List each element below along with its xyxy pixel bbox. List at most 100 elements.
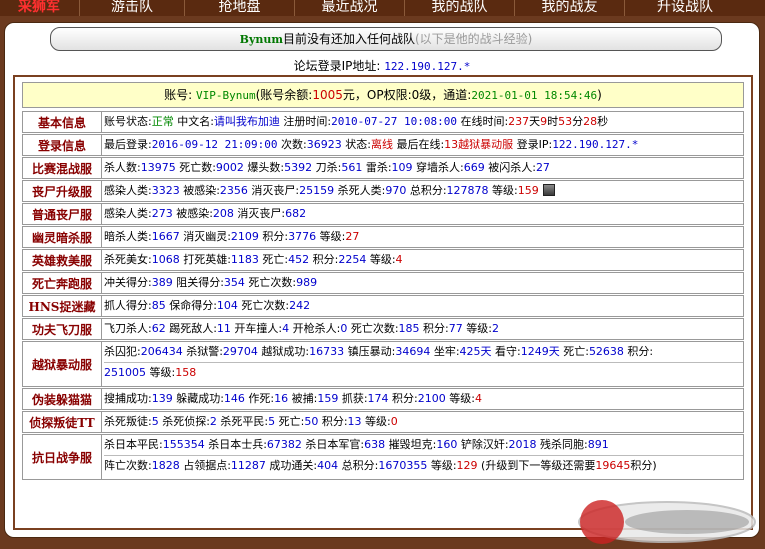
stat-value: 52638 <box>588 345 624 358</box>
stat-label: 等级: <box>316 230 346 243</box>
stat-value: 53 <box>558 115 573 128</box>
stat-label: 成功通关: <box>265 459 318 472</box>
stat-label: 死亡: <box>559 345 589 358</box>
stat-label: 消灭丧尸: <box>233 207 286 220</box>
stat-value: 669 <box>463 161 485 174</box>
nav-upgrade-team[interactable]: 升设战队 <box>625 0 745 16</box>
stats-panel: 账号: VIP-Bynum(账号余额:1005元，OP权限:0级，通道:2021… <box>13 75 753 530</box>
stat-value: 682 <box>285 207 307 220</box>
stats-line: 阵亡次数:1828 占领据点:11287 成功通关:404 总积分:167035… <box>104 455 743 476</box>
stat-value: 1667 <box>151 230 180 243</box>
server-label[interactable]: 抗日战争服 <box>23 435 102 479</box>
stat-value: 16733 <box>309 345 345 358</box>
close-paren: ) <box>597 88 602 102</box>
stat-value: 158 <box>175 366 197 379</box>
server-label[interactable]: 比赛混战服 <box>23 158 102 178</box>
stat-label: 冲关得分: <box>104 276 152 289</box>
stat-row-zombie-upgrade: 丧尸升级服 感染人类:3323 被感染:2356 消灭丧尸:25159 杀死人类:… <box>22 180 744 202</box>
nav-grab-territory[interactable]: 抢地盘 <box>185 0 295 16</box>
stat-label: 感染人类: <box>104 184 152 197</box>
stat-value: 4 <box>395 253 403 266</box>
stat-label: 开枪杀人: <box>289 322 341 335</box>
stat-label: 抓人得分: <box>104 299 152 312</box>
server-label[interactable]: 死亡奔跑服 <box>23 273 102 293</box>
stat-value: 3323 <box>151 184 180 197</box>
stat-row-detective-traitor: 侦探叛徒TT 杀死叛徒:5 杀死侦探:2 杀死平民:5 死亡:50 积分:13 等… <box>22 411 744 433</box>
stats-line: 杀死美女:1068 打死英雄:1183 死亡:452 积分:2254 等级:4 <box>104 250 743 270</box>
main-container: Bynum目前没有还加入任何战队(以下是他的战斗经验) 论坛登录IP地址: 12… <box>4 22 760 538</box>
top-nav: 采狮军 游击队 抢地盘 最近战况 我的战队 我的战友 升设战队 <box>0 0 765 16</box>
stat-value: 5 <box>151 415 159 428</box>
server-label[interactable]: 基本信息 <box>23 112 102 132</box>
stat-value: 139 <box>151 392 173 405</box>
stat-label: 积分: <box>388 392 418 405</box>
server-label[interactable]: 丧尸升级服 <box>23 181 102 201</box>
server-stats: 杀人数:13975 死亡数:9002 爆头数:5392 刀杀:561 雷杀:10… <box>102 158 743 178</box>
stat-label: 积分: <box>309 253 339 266</box>
server-stats: 抓人得分:85 保命得分:104 死亡次数:242 <box>102 296 743 316</box>
stats-line: 最后登录:2016-09-12 21:09:00 次数:36923 状态:离线 … <box>104 135 743 155</box>
stats-line: 冲关得分:389 阻关得分:354 死亡次数:989 <box>104 273 743 293</box>
stat-value: 1183 <box>230 253 259 266</box>
stat-row-login-info: 登录信息 最后登录:2016-09-12 21:09:00 次数:36923 状态… <box>22 134 744 156</box>
server-label[interactable]: 普通丧尸服 <box>23 204 102 224</box>
stat-value: 2018 <box>508 438 537 451</box>
server-label[interactable]: 登录信息 <box>23 135 102 155</box>
rank-badge-icon <box>542 184 555 196</box>
stat-label: 残杀同胞: <box>536 438 588 451</box>
server-label[interactable]: 伪装躲猫猫 <box>23 389 102 409</box>
server-label[interactable]: 英雄救美服 <box>23 250 102 270</box>
server-label[interactable]: 越狱暴动服 <box>23 342 102 386</box>
stat-value: 1249天 <box>520 345 560 358</box>
stat-value: 27 <box>535 161 550 174</box>
stat-value: 34694 <box>395 345 431 358</box>
stat-label: 总积分: <box>406 184 447 197</box>
stat-value: 85 <box>151 299 166 312</box>
server-label[interactable]: 功夫飞刀服 <box>23 319 102 339</box>
stats-line: 杀人数:13975 死亡数:9002 爆头数:5392 刀杀:561 雷杀:10… <box>104 158 743 178</box>
stat-label: 杀死平民: <box>216 415 269 428</box>
stats-line: 暗杀人类:1667 消灭幽灵:2109 积分:3776 等级:27 <box>104 227 743 247</box>
stat-value: 67382 <box>266 438 302 451</box>
stat-label: 次数: <box>277 138 307 151</box>
team-status-banner: Bynum目前没有还加入任何战队(以下是他的战斗经验) <box>50 27 722 51</box>
server-label[interactable]: 侦探叛徒TT <box>23 412 102 432</box>
stat-value: 208 <box>212 207 234 220</box>
site-logo[interactable]: 采狮军 <box>0 0 80 16</box>
stat-value: 29704 <box>222 345 258 358</box>
stat-value: 2109 <box>230 230 259 243</box>
stat-value: 104 <box>216 299 238 312</box>
stat-label: 穿墙杀人: <box>412 161 464 174</box>
stat-label: 消灭幽灵: <box>179 230 231 243</box>
stat-label: 杀日本平民: <box>104 438 163 451</box>
stat-label: 积分) <box>630 459 657 472</box>
stat-label: 看守: <box>491 345 521 358</box>
stat-label: 死亡数: <box>175 161 216 174</box>
stat-value: 389 <box>151 276 173 289</box>
stat-value: 185 <box>398 322 420 335</box>
stats-line: 账号状态:正常 中文名:请叫我布加迪 注册时间:2010-07-27 10:08… <box>104 112 743 132</box>
stat-value: 2 <box>209 415 217 428</box>
stat-row-hero-save-beauty: 英雄救美服 杀死美女:1068 打死英雄:1183 死亡:452 积分:2254 … <box>22 249 744 271</box>
stat-value: 159 <box>517 184 539 197</box>
stat-value: 638 <box>364 438 386 451</box>
battle-experience-note: (以下是他的战斗经验) <box>414 32 533 46</box>
server-label[interactable]: 幽灵暗杀服 <box>23 227 102 247</box>
stat-value: 242 <box>289 299 311 312</box>
stat-value: 1068 <box>151 253 180 266</box>
nav-my-team[interactable]: 我的战队 <box>405 0 515 16</box>
stat-label: 摧毁坦克: <box>385 438 437 451</box>
nav-my-friends[interactable]: 我的战友 <box>515 0 625 16</box>
account-label: 账号: <box>164 88 193 102</box>
stat-label: 被感染: <box>179 184 220 197</box>
stat-value: 159 <box>317 392 339 405</box>
stat-value: 77 <box>448 322 463 335</box>
stat-label: 杀狱警: <box>182 345 223 358</box>
server-label[interactable]: HNS捉迷藏 <box>23 296 102 316</box>
nav-recent-battles[interactable]: 最近战况 <box>295 0 405 16</box>
stat-row-ghost-assassin: 幽灵暗杀服 暗杀人类:1667 消灭幽灵:2109 积分:3776 等级:27 <box>22 226 744 248</box>
stat-label: 在线时间: <box>456 115 509 128</box>
nav-guerrilla[interactable]: 游击队 <box>80 0 185 16</box>
stat-label: 等级: <box>146 366 176 379</box>
stat-row-basic-info: 基本信息 账号状态:正常 中文名:请叫我布加迪 注册时间:2010-07-27 1… <box>22 111 744 133</box>
